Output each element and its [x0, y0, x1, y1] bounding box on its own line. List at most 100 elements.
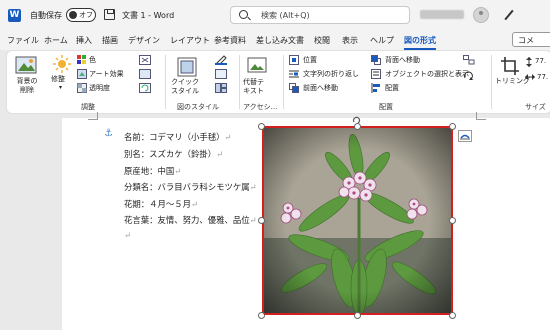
picture-border-icon[interactable]	[215, 55, 227, 65]
corrections-icon[interactable]	[53, 55, 71, 73]
search-box[interactable]: 検索 (Alt+Q)	[230, 6, 410, 24]
chevron-down-icon[interactable]: ▾	[59, 84, 62, 91]
search-icon	[239, 10, 248, 19]
tab-review[interactable]: 校閲	[314, 35, 330, 46]
layout-options-icon	[460, 134, 470, 140]
margin-mark	[476, 112, 486, 120]
group-label-adjust: 調整	[81, 103, 95, 111]
selection-pane-button[interactable]: オブジェクトの選択と表示	[385, 69, 469, 79]
align-button[interactable]: 配置	[385, 83, 399, 93]
bring-forward-icon[interactable]	[289, 83, 299, 93]
send-backward-icon[interactable]	[371, 55, 381, 65]
reset-picture-icon[interactable]	[139, 83, 151, 93]
resize-handle[interactable]	[449, 312, 456, 319]
layout-options-button[interactable]	[458, 130, 472, 142]
daphne-flower-photo	[264, 128, 451, 313]
resize-handle[interactable]	[258, 123, 265, 130]
toggle-knob	[69, 11, 77, 19]
group-objects-icon[interactable]	[463, 55, 475, 65]
tab-mailings[interactable]: 差し込み文書	[256, 35, 304, 46]
selection-pane-icon[interactable]	[371, 69, 381, 79]
artistic-effects-icon[interactable]	[77, 69, 87, 79]
rotate-icon[interactable]	[463, 71, 475, 81]
group-separator	[165, 55, 166, 109]
empty-paragraph[interactable]: ↵	[124, 230, 131, 240]
wrap-text-icon[interactable]	[289, 69, 299, 79]
bring-forward-button[interactable]: 前面へ移動	[303, 83, 338, 93]
title-bar: W 自動保存 オフ 文書 1 - Word 検索 (Alt+Q)	[0, 0, 550, 30]
group-separator	[239, 55, 240, 109]
document-title: 文書 1 - Word	[122, 11, 175, 20]
color-icon[interactable]	[77, 55, 86, 64]
alt-text-icon[interactable]	[247, 57, 267, 75]
autosave-state: オフ	[79, 11, 93, 19]
resize-handle[interactable]	[449, 123, 456, 130]
resize-handle[interactable]	[354, 312, 361, 319]
group-label-size: サイズ	[525, 103, 546, 111]
group-label-styles: 図のスタイル	[177, 103, 219, 111]
quick-styles-icon[interactable]	[177, 57, 197, 77]
save-icon[interactable]	[104, 9, 115, 20]
group-separator	[283, 55, 284, 109]
tab-references[interactable]: 参考資料	[214, 35, 246, 46]
comment-button[interactable]: コメ	[512, 32, 550, 47]
tab-file[interactable]: ファイル	[7, 35, 39, 46]
position-icon[interactable]	[289, 55, 299, 65]
tab-insert[interactable]: 挿入	[76, 35, 92, 46]
height-field[interactable]: 77.	[535, 57, 546, 65]
autosave-toggle[interactable]: オフ	[66, 8, 96, 22]
tab-design[interactable]: デザイン	[128, 35, 160, 46]
transparency-button[interactable]: 透明度	[89, 83, 110, 93]
word-app-icon: W	[8, 9, 21, 22]
group-label-accessibility: アクセシ...	[243, 103, 278, 111]
anchor-icon: ⚓	[104, 128, 113, 139]
tab-picture-format[interactable]: 図の形式	[404, 35, 436, 50]
quick-styles-label: クイック スタイル	[171, 78, 199, 95]
user-name-redacted	[420, 10, 464, 19]
resize-handle[interactable]	[258, 217, 265, 224]
text-line-classification[interactable]: 分類名：バラ目バラ科シモツケ属↵	[124, 181, 257, 193]
width-icon	[525, 74, 535, 80]
position-button[interactable]: 位置	[303, 55, 317, 65]
alt-text-label: 代替テ キスト	[243, 78, 264, 95]
resize-handle[interactable]	[449, 217, 456, 224]
crop-icon[interactable]	[501, 57, 519, 75]
text-line-bloom[interactable]: 花期：４月～５月↵	[124, 198, 198, 210]
color-button[interactable]: 色	[89, 55, 96, 65]
text-line-alias[interactable]: 別名：スズカケ（鈴掛）↵	[124, 148, 223, 160]
remove-background-label: 背景の 削除	[16, 77, 38, 94]
resize-handle[interactable]	[258, 312, 265, 319]
pen-icon[interactable]	[504, 9, 514, 21]
selected-picture[interactable]	[262, 126, 453, 315]
tab-layout[interactable]: レイアウト	[170, 35, 210, 46]
picture-effects-icon[interactable]	[215, 69, 227, 79]
tab-help[interactable]: ヘルプ	[370, 35, 394, 46]
ribbon-tabs: ファイル ホーム 挿入 描画 デザイン レイアウト 参考資料 差し込み文書 校閲…	[0, 30, 550, 50]
tab-view[interactable]: 表示	[342, 35, 358, 46]
tab-home[interactable]: ホーム	[44, 35, 68, 46]
tab-draw[interactable]: 描画	[102, 35, 118, 46]
compress-pictures-icon[interactable]	[139, 55, 151, 65]
change-picture-icon[interactable]	[139, 69, 151, 79]
text-line-flower-language[interactable]: 花言葉：友情、努力、優雅、品位↵	[124, 214, 257, 226]
align-icon[interactable]	[371, 83, 381, 93]
width-field[interactable]: 77.	[537, 73, 548, 81]
group-label-arrange: 配置	[379, 103, 393, 111]
corrections-label: 修整	[51, 75, 65, 83]
group-separator	[491, 55, 492, 109]
send-backward-button[interactable]: 背面へ移動	[385, 55, 420, 65]
autosave-label: 自動保存	[30, 11, 62, 20]
wrap-text-button[interactable]: 文字列の折り返し	[303, 69, 359, 79]
text-line-name[interactable]: 名前：コデマリ（小手毬）↵	[124, 131, 232, 143]
remove-background-icon[interactable]	[15, 55, 39, 77]
search-placeholder: 検索 (Alt+Q)	[261, 11, 310, 20]
avatar[interactable]	[473, 7, 489, 23]
rotate-handle-icon[interactable]	[352, 116, 361, 125]
transparency-icon[interactable]	[77, 83, 87, 93]
ribbon: 背景の 削除 修整 ▾ 色 アート効果 透明度 調整 クイック スタイル 図のス…	[6, 50, 550, 114]
height-icon	[526, 57, 532, 67]
text-line-origin[interactable]: 原産地：中国↵	[124, 165, 181, 177]
margin-mark	[88, 112, 98, 120]
picture-layout-icon[interactable]	[215, 83, 227, 93]
artistic-effects-button[interactable]: アート効果	[89, 69, 124, 79]
